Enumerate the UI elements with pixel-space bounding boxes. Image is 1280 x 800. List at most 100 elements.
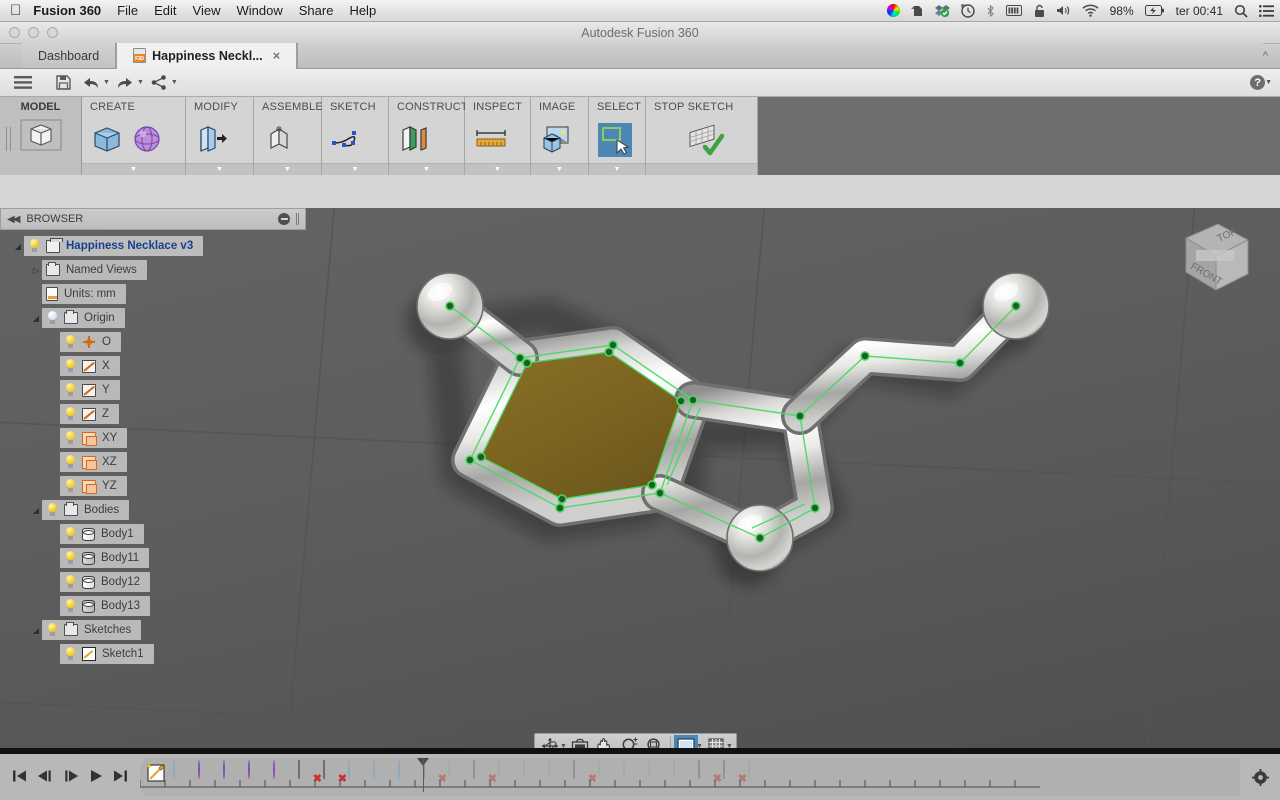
browser-tree-item[interactable]: YZ xyxy=(0,474,306,498)
browser-tree-item[interactable]: XZ xyxy=(0,450,306,474)
visibility-bulb-icon[interactable] xyxy=(64,407,76,421)
panel-resize-grip[interactable] xyxy=(296,213,299,225)
browser-tree-chip[interactable]: Body13 xyxy=(60,596,151,616)
3d-viewport[interactable]: TOP FRONT ◀◀ BROWSER ◢ Happiness Necklace… xyxy=(0,208,1280,768)
visibility-bulb-icon[interactable] xyxy=(64,431,76,445)
visibility-bulb-icon[interactable] xyxy=(64,383,76,397)
panel-dropdown-modify[interactable]: ▼ xyxy=(186,163,253,175)
browser-tree-item[interactable]: Z xyxy=(0,402,306,426)
browser-tree-item[interactable]: Y xyxy=(0,378,306,402)
help-icon[interactable]: ? xyxy=(1250,75,1266,90)
canvas-image-icon[interactable] xyxy=(539,122,573,156)
browser-tree-chip[interactable]: O xyxy=(60,332,121,352)
browser-tree-chip[interactable]: X xyxy=(60,356,120,376)
redo-icon[interactable] xyxy=(112,72,138,94)
browser-tree-item[interactable]: ◢ Happiness Necklace v3 xyxy=(0,234,306,258)
tree-expand-arrow[interactable]: ◢ xyxy=(30,506,42,515)
bluetooth-icon[interactable] xyxy=(986,4,995,18)
clock[interactable]: ter 00:41 xyxy=(1176,4,1223,18)
menu-share[interactable]: Share xyxy=(299,3,334,18)
browser-tree-item[interactable]: O xyxy=(0,330,306,354)
offset-plane-icon[interactable] xyxy=(397,122,431,156)
timeline-track[interactable]: ✖ ✖ ✖ ✖ ✖ ✖ ✖ xyxy=(140,758,1240,796)
browser-tree-chip[interactable]: Sketch1 xyxy=(60,644,154,664)
browser-tree-chip[interactable]: Body12 xyxy=(60,572,151,592)
tree-expand-arrow[interactable]: ◢ xyxy=(12,242,24,251)
search-icon[interactable] xyxy=(1234,4,1248,18)
color-wheel-icon[interactable] xyxy=(886,4,900,17)
redo-dropdown-caret[interactable]: ▼ xyxy=(137,79,144,86)
browser-tree-item[interactable]: Body13 xyxy=(0,594,306,618)
menu-edit[interactable]: Edit xyxy=(154,3,176,18)
share-dropdown-caret[interactable]: ▼ xyxy=(171,79,178,86)
browser-tree-chip[interactable]: Bodies xyxy=(42,500,130,520)
browser-tree-item[interactable]: Units: mm xyxy=(0,282,306,306)
hamburger-icon[interactable] xyxy=(10,72,36,94)
measure-icon[interactable] xyxy=(473,122,507,156)
minus-circle-icon[interactable] xyxy=(278,213,290,225)
browser-tree-chip[interactable]: YZ xyxy=(60,476,127,496)
visibility-bulb-icon[interactable] xyxy=(64,335,76,349)
press-pull-icon[interactable] xyxy=(194,122,228,156)
skip-end-icon[interactable] xyxy=(113,769,128,786)
select-window-icon[interactable] xyxy=(597,122,632,157)
step-forward-icon[interactable] xyxy=(63,769,79,786)
battery-charging-icon[interactable] xyxy=(1144,5,1165,16)
visibility-bulb-icon[interactable] xyxy=(28,239,40,253)
ribbon-grip[interactable] xyxy=(6,127,11,151)
menu-file[interactable]: File xyxy=(117,3,138,18)
help-dropdown-caret[interactable]: ▼ xyxy=(1265,79,1272,86)
visibility-bulb-icon[interactable] xyxy=(64,455,76,469)
visibility-bulb-icon[interactable] xyxy=(64,599,76,613)
browser-tree-item[interactable]: ▷ Named Views xyxy=(0,258,306,282)
lock-icon[interactable] xyxy=(1034,4,1045,18)
browser-tree-item[interactable]: ◢ Bodies xyxy=(0,498,306,522)
collapse-left-icon[interactable]: ◀◀ xyxy=(7,214,20,225)
browser-tree-item[interactable]: Body12 xyxy=(0,570,306,594)
timeline-settings-gear-icon[interactable] xyxy=(1240,768,1280,786)
menu-window[interactable]: Window xyxy=(236,3,282,18)
browser-tree-item[interactable]: Body1 xyxy=(0,522,306,546)
menu-help[interactable]: Help xyxy=(349,3,376,18)
apple-icon[interactable]:  xyxy=(10,3,21,18)
visibility-bulb-icon[interactable] xyxy=(46,503,58,517)
joint-icon[interactable] xyxy=(262,122,296,156)
skip-start-icon[interactable] xyxy=(12,769,27,786)
workspace-model-tab[interactable]: MODEL xyxy=(0,97,82,175)
browser-tree-item[interactable]: ◢ Origin xyxy=(0,306,306,330)
browser-tree-chip[interactable]: XY xyxy=(60,428,128,448)
step-back-icon[interactable] xyxy=(37,769,53,786)
visibility-bulb-icon[interactable] xyxy=(64,575,76,589)
wifi-icon[interactable] xyxy=(1082,4,1099,17)
visibility-bulb-icon[interactable] xyxy=(64,551,76,565)
browser-tree-chip[interactable]: Sketches xyxy=(42,620,142,640)
browser-tree-chip[interactable]: Y xyxy=(60,380,120,400)
browser-tree-item[interactable]: X xyxy=(0,354,306,378)
chevron-up-icon[interactable]: ^ xyxy=(1263,50,1280,62)
battery-meter-icon[interactable] xyxy=(1005,5,1023,16)
box-icon[interactable] xyxy=(90,122,124,156)
browser-tree-item[interactable]: Sketch1 xyxy=(0,642,306,666)
visibility-bulb-icon[interactable] xyxy=(64,479,76,493)
help-menu[interactable]: ? ▼ xyxy=(1250,75,1272,90)
browser-tree-chip[interactable]: Body1 xyxy=(60,524,144,544)
browser-tree-chip[interactable]: Origin xyxy=(42,308,125,328)
browser-tree-item[interactable]: Body11 xyxy=(0,546,306,570)
browser-tree-chip[interactable]: Named Views xyxy=(42,260,147,280)
visibility-bulb-icon[interactable] xyxy=(64,647,76,661)
view-cube[interactable]: TOP FRONT xyxy=(1174,216,1258,300)
tree-expand-arrow[interactable]: ◢ xyxy=(30,626,42,635)
tree-collapse-arrow[interactable]: ▷ xyxy=(30,266,42,275)
undo-icon[interactable] xyxy=(78,72,104,94)
panel-dropdown-select[interactable]: ▼ xyxy=(589,163,645,175)
share-icon[interactable] xyxy=(146,72,172,94)
tab-close-icon[interactable]: × xyxy=(273,48,281,63)
browser-tree-chip[interactable]: Body11 xyxy=(60,548,150,568)
panel-dropdown-inspect[interactable]: ▼ xyxy=(465,163,530,175)
undo-dropdown-caret[interactable]: ▼ xyxy=(103,79,110,86)
browser-tree-chip[interactable]: XZ xyxy=(60,452,127,472)
tab-happiness-necklace[interactable]: F3D Happiness Neckl... × xyxy=(116,43,298,69)
browser-tree-item[interactable]: XY xyxy=(0,426,306,450)
dropbox-icon[interactable] xyxy=(934,4,950,18)
volume-icon[interactable] xyxy=(1056,4,1071,17)
